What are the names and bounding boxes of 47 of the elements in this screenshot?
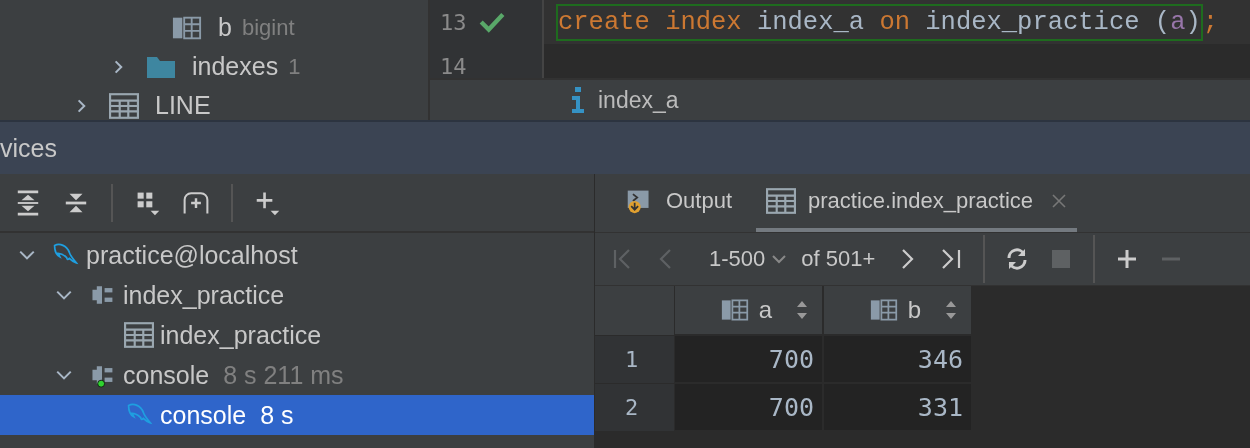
item-count: 1 xyxy=(288,53,301,80)
row-total: of 501+ xyxy=(801,246,876,272)
line-number: 13 xyxy=(440,9,467,35)
tree-label: console xyxy=(160,400,247,430)
tree-label: practice@localhost xyxy=(86,240,298,270)
panel-title: vices xyxy=(0,133,57,163)
page-range-dropdown[interactable]: 1-500 xyxy=(709,246,788,272)
table-cell: 700 xyxy=(675,336,824,384)
tree-row[interactable]: index_practice xyxy=(0,275,594,315)
code-semicolon: ; xyxy=(1202,7,1219,37)
column-header[interactable]: b xyxy=(824,286,973,336)
completion-item[interactable]: index_a xyxy=(598,86,679,114)
tree-row[interactable]: index_practice xyxy=(0,315,594,355)
duration-label: 8 s xyxy=(260,400,294,430)
column-icon xyxy=(172,14,202,41)
table-icon xyxy=(124,322,154,348)
tree-label: index_practice xyxy=(123,280,285,310)
result-tab[interactable]: Output xyxy=(620,174,737,232)
sort-icon[interactable] xyxy=(796,300,808,320)
row-number: 2 xyxy=(595,384,675,432)
tree-label: console xyxy=(123,360,210,390)
column-name: a xyxy=(758,296,772,324)
duration-label: 8 s 211 ms xyxy=(223,360,344,390)
table-cell: 346 xyxy=(824,336,973,384)
table-icon xyxy=(766,188,797,214)
tree-label[interactable]: b xyxy=(218,13,232,42)
line-number: 14 xyxy=(440,53,467,78)
column-type: bigint xyxy=(241,14,295,41)
column-name: b xyxy=(907,296,921,324)
sort-icon[interactable] xyxy=(945,300,957,320)
code-statement: create index index_a on index_practice (a) xyxy=(556,3,1203,41)
tree-row[interactable]: practice@localhost xyxy=(0,235,594,275)
index-icon xyxy=(572,87,584,113)
tree-label[interactable]: indexes xyxy=(192,52,279,81)
tree-label: index_practice xyxy=(160,320,322,350)
tree-label[interactable]: LINE xyxy=(155,91,211,120)
tree-row[interactable]: console 8 s xyxy=(0,395,594,435)
expand-all-icon[interactable] xyxy=(15,189,41,216)
column-header[interactable]: a xyxy=(675,286,824,336)
add-session-icon[interactable] xyxy=(183,189,209,216)
tree-row[interactable]: console 8 s 211 ms xyxy=(0,355,594,395)
table-cell: 700 xyxy=(675,384,824,432)
table-cell: 331 xyxy=(824,384,973,432)
table-icon xyxy=(109,92,139,119)
row-number: 1 xyxy=(595,336,675,384)
column-icon xyxy=(869,299,898,321)
column-icon xyxy=(720,299,749,321)
